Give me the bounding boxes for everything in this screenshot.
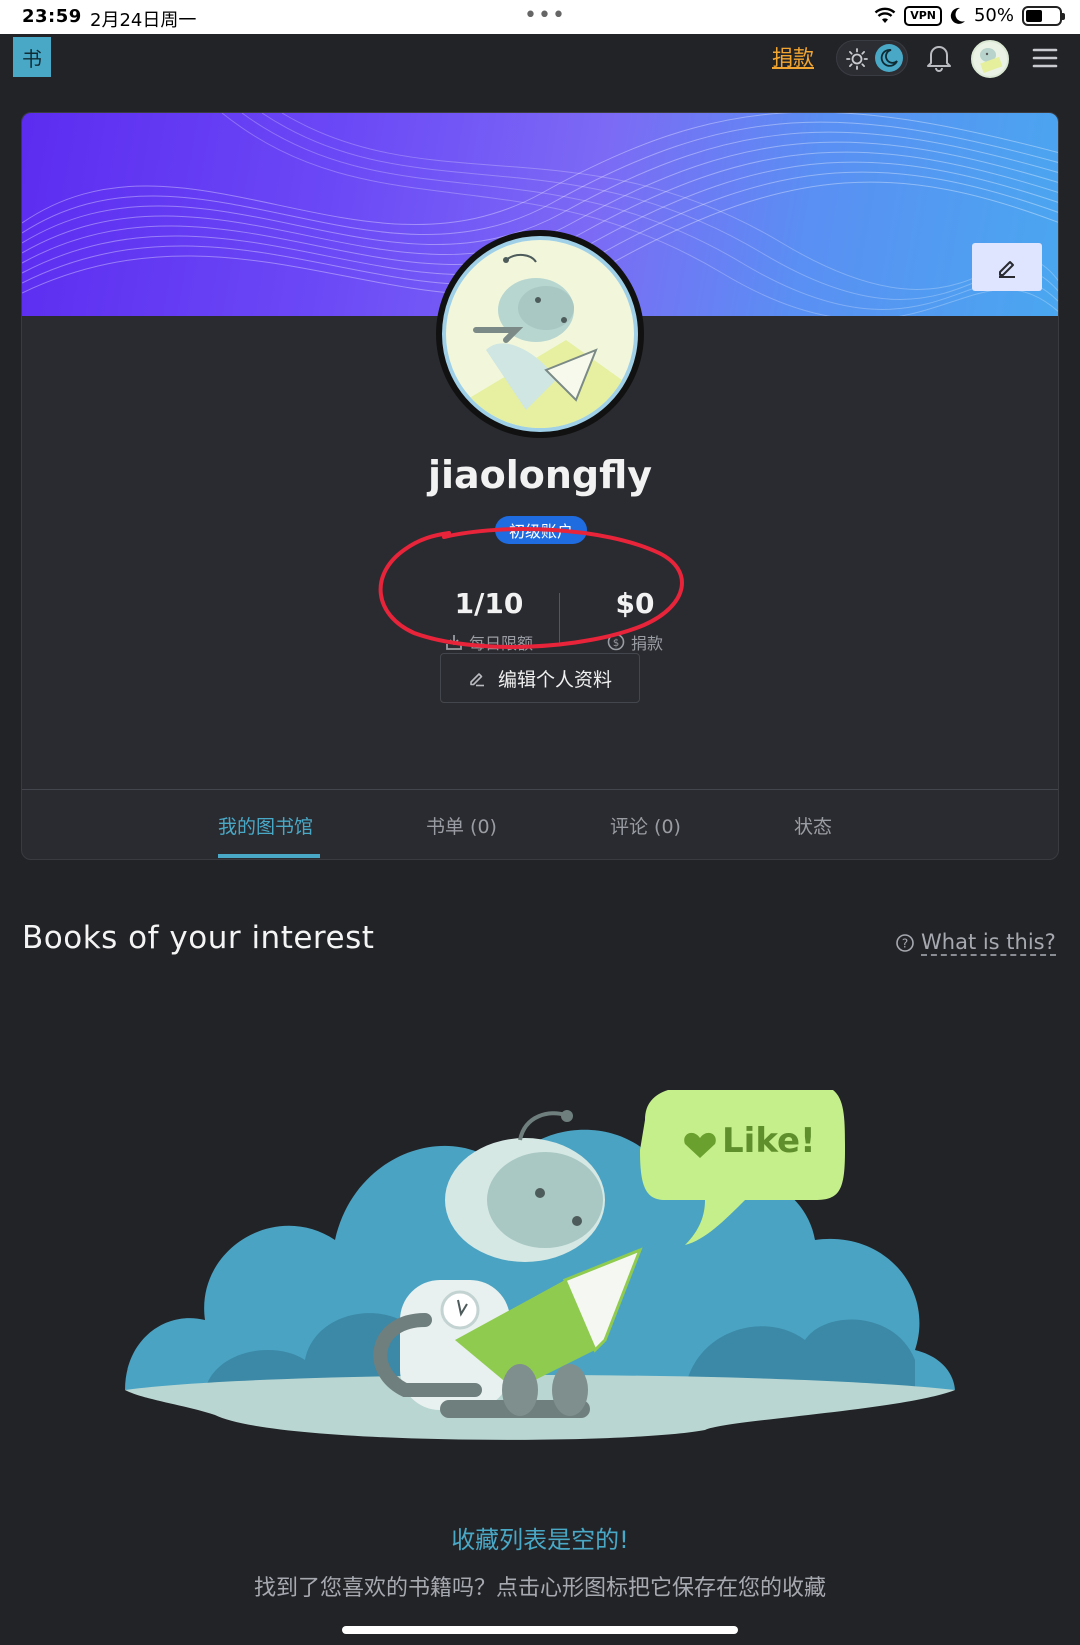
battery-icon xyxy=(1022,5,1065,26)
question-icon: ? xyxy=(896,934,914,952)
tab-booklists[interactable]: 书单 (0) xyxy=(426,812,497,839)
svg-text:?: ? xyxy=(902,937,908,951)
what-is-this-label[interactable]: What is this? xyxy=(921,930,1056,956)
section-title: Books of your interest xyxy=(22,920,375,956)
tab-reviews[interactable]: 评论 (0) xyxy=(610,812,681,839)
tab-status[interactable]: 状态 xyxy=(794,812,832,839)
wifi-icon xyxy=(874,7,896,23)
dark-mode-icon[interactable] xyxy=(875,44,903,72)
profile-tabs: 我的图书馆 书单 (0) 评论 (0) 状态 xyxy=(22,789,1058,859)
robot-reading-avatar xyxy=(466,254,634,428)
status-date: 2月24日周一 xyxy=(90,10,197,31)
battery-fill xyxy=(1026,9,1042,22)
empty-favorites-description: 找到了您喜欢的书籍吗？点击心形图标把它保存在您的收藏 xyxy=(253,1576,826,1601)
user-avatar[interactable] xyxy=(971,40,1009,78)
top-navigation: 书 捐款 xyxy=(0,34,1080,114)
battery-percent: 50% xyxy=(973,5,1014,26)
status-time: 23:59 xyxy=(22,6,82,27)
profile-card: jiaolongfly 初级账户 1/10 每日限额 $0 $ 捐款 编辑个人资… xyxy=(21,112,1059,860)
profile-username: jiaolongfly xyxy=(427,453,653,497)
bell-icon[interactable] xyxy=(925,42,953,72)
red-annotation-circle xyxy=(378,527,684,649)
like-bubble-text: Like! xyxy=(722,1121,816,1161)
status-bar: 23:59 2月24日周一 ••• VPN 50% xyxy=(0,0,1080,34)
what-is-this-link[interactable]: ? What is this? xyxy=(895,930,1056,956)
multitask-dots[interactable]: ••• xyxy=(524,3,566,28)
hamburger-menu-icon[interactable] xyxy=(1032,47,1058,69)
vpn-badge: VPN xyxy=(904,5,942,26)
tab-my-library[interactable]: 我的图书馆 xyxy=(218,812,313,839)
active-tab-indicator xyxy=(218,854,320,858)
edit-cover-button[interactable] xyxy=(972,243,1042,291)
edit-profile-button[interactable]: 编辑个人资料 xyxy=(440,653,640,703)
sun-icon[interactable] xyxy=(845,47,869,71)
theme-toggle[interactable] xyxy=(836,40,908,76)
site-logo[interactable]: 书 xyxy=(13,37,51,77)
empty-favorites-illustration: Like! xyxy=(125,1090,955,1440)
pencil-icon xyxy=(999,261,1015,278)
edit-profile-label: 编辑个人资料 xyxy=(497,668,612,691)
moon-icon xyxy=(950,7,965,24)
profile-avatar[interactable] xyxy=(436,230,644,438)
donate-link[interactable]: 捐款 xyxy=(772,42,814,72)
home-indicator[interactable] xyxy=(342,1626,738,1634)
empty-favorites-title: 收藏列表是空的! xyxy=(451,1526,629,1554)
pencil-icon xyxy=(470,673,484,687)
